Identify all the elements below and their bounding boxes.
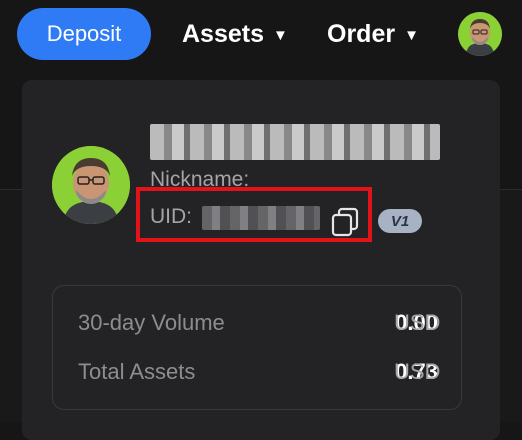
stat-assets-label: Total Assets	[78, 359, 196, 384]
background-panel-left	[0, 190, 22, 422]
caret-down-icon: ▼	[404, 26, 419, 44]
nav-order-label: Order	[327, 19, 396, 48]
user-avatar-button[interactable]	[458, 12, 502, 56]
nav-assets-menu[interactable]: Assets ▼	[182, 16, 288, 52]
caret-down-icon: ▼	[273, 26, 288, 44]
top-navigation-bar: Deposit Assets ▼ Order ▼	[0, 0, 522, 70]
user-avatar-icon	[52, 146, 130, 224]
account-email-redacted	[150, 124, 440, 160]
stat-volume-label: 30-day Volume	[78, 310, 225, 335]
profile-avatar	[52, 146, 130, 224]
account-stats-card	[52, 285, 462, 410]
background-panel-right	[500, 190, 522, 422]
stat-assets-unit: USD	[394, 359, 441, 384]
stat-volume-unit: USD	[394, 310, 441, 335]
nav-order-menu[interactable]: Order ▼	[327, 16, 419, 52]
nav-assets-label: Assets	[182, 19, 264, 48]
copy-icon[interactable]	[328, 205, 362, 239]
uid-value-redacted	[202, 206, 320, 230]
uid-label: UID:	[150, 205, 192, 228]
user-avatar-icon	[458, 12, 502, 56]
deposit-button[interactable]: Deposit	[17, 8, 151, 60]
vip-level-badge: V1	[378, 209, 422, 233]
